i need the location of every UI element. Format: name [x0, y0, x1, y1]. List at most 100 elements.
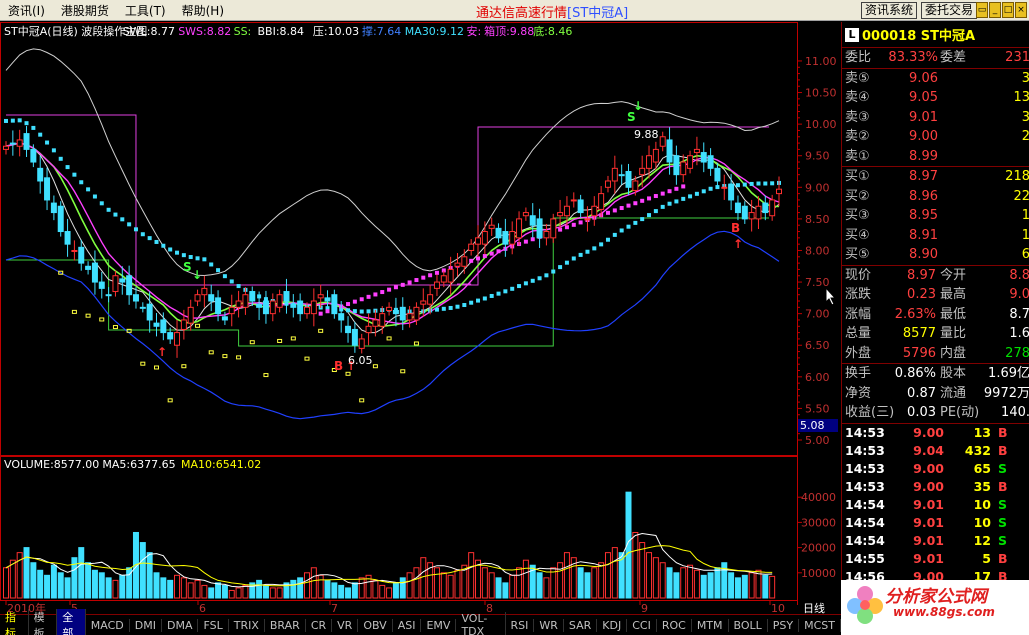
- volume-bar: [269, 587, 276, 599]
- close-icon[interactable]: ×: [1015, 2, 1027, 18]
- tick-row[interactable]: 14:53 9.00 65 S: [842, 460, 1029, 478]
- support-marker: [126, 328, 132, 333]
- stat2-label: 换手: [845, 366, 872, 381]
- indicator-tab-cci[interactable]: CCI: [627, 618, 657, 632]
- indicator-tab-dma[interactable]: DMA: [162, 618, 199, 632]
- volume-bar: [57, 572, 64, 599]
- volume-bar: [563, 552, 570, 599]
- stat-label: 涨幅: [845, 306, 872, 322]
- stat2-label: 净资: [845, 385, 872, 401]
- indicator-tab-dmi[interactable]: DMI: [130, 618, 162, 632]
- rising-trend-dot: [352, 299, 357, 304]
- indicator-header-item: 箱顶:9.88: [484, 24, 534, 38]
- trade-order-button[interactable]: 委托交易: [921, 2, 978, 19]
- volume-bar: [317, 574, 324, 599]
- candle-body: [235, 300, 242, 308]
- tick-row[interactable]: 14:53 9.00 35 B: [842, 478, 1029, 496]
- menu-item-hk-futures[interactable]: 港股期货: [53, 2, 117, 19]
- indicator-tab-模板[interactable]: 模板: [29, 609, 58, 635]
- indicator-tab-wr[interactable]: WR: [534, 618, 564, 632]
- volume-header-item: VOLUME:8577.00: [4, 458, 99, 471]
- tick-row[interactable]: 14:54 9.01 12 S: [842, 532, 1029, 550]
- indicator-header-item: SWL:8.77: [123, 25, 175, 38]
- watermark-logo: 分析家公式网 www.88gs.com: [841, 580, 1029, 635]
- volume-bar: [516, 567, 523, 599]
- kline-chart-svg[interactable]: 11.0010.5010.009.509.008.508.007.507.006…: [0, 22, 841, 615]
- tick-volume: 12: [973, 532, 991, 548]
- tick-row[interactable]: 14:54 9.01 10 S: [842, 496, 1029, 514]
- candle-body: [317, 294, 324, 299]
- volume-bar: [194, 579, 201, 599]
- indicator-tab-cr[interactable]: CR: [306, 618, 333, 632]
- support-marker: [359, 398, 365, 403]
- menu-item-help[interactable]: 帮助(H): [174, 2, 232, 19]
- indicator-tab-trix[interactable]: TRIX: [229, 618, 265, 632]
- volume-bar: [146, 552, 153, 599]
- indicator-tab-vr[interactable]: VR: [332, 618, 359, 632]
- indicator-tab-asi[interactable]: ASI: [393, 618, 422, 632]
- volume-bar: [386, 587, 393, 599]
- indicator-tab-psy[interactable]: PSY: [768, 618, 800, 632]
- rising-trend-dot: [647, 196, 652, 201]
- ma30-dot: [441, 306, 446, 311]
- menu-item-tools[interactable]: 工具(T): [117, 2, 174, 19]
- indicator-tab-macd[interactable]: MACD: [86, 618, 130, 632]
- indicator-tab-brar[interactable]: BRAR: [265, 618, 306, 632]
- kline-chart-area[interactable]: 11.00 10.50 10.00 9.50 9.00 8.50 8.00 7.50 7.00 6…: [0, 22, 841, 615]
- maximize-icon[interactable]: □: [1002, 2, 1014, 18]
- ma30-dot: [175, 250, 180, 255]
- indicator-tab-emv[interactable]: EMV: [421, 618, 457, 632]
- candle-body: [488, 224, 495, 229]
- indicator-tab-全部[interactable]: 全部: [57, 609, 86, 635]
- indicator-tab-mtm[interactable]: MTM: [692, 618, 729, 632]
- support-marker: [277, 338, 283, 343]
- candle-body: [666, 139, 673, 163]
- minimize-icon[interactable]: _: [989, 2, 1001, 18]
- indicator-tab-obv[interactable]: OBV: [358, 618, 393, 632]
- quote-stats-2: 换手 0.86% 股本 1.69亿 净资 0.87 流通 9972万 收益(三) 0.03 PE(动…: [842, 364, 1029, 423]
- tick-list[interactable]: 14:53 9.00 13 B 14:53 9.04 432 B 14:53 9.00 65 S 14:…: [842, 424, 1029, 586]
- indicator-tab-rsi[interactable]: RSI: [506, 618, 535, 632]
- price-tick-label: 7.00: [805, 308, 830, 321]
- bid-levels: 买① 8.97 218 买② 8.96 22 买③ 8.95 1 买④ 8.91 1 买⑤ 8.90 6: [842, 167, 1029, 265]
- restore-icon[interactable]: ▭: [976, 2, 988, 18]
- stat2-label-2: 流通: [940, 385, 967, 401]
- volume-bar: [454, 569, 461, 599]
- info-system-button[interactable]: 资讯系统: [861, 2, 918, 19]
- candle-body: [550, 218, 557, 239]
- tick-row[interactable]: 14:55 9.01 5 B: [842, 550, 1029, 568]
- candle-body: [167, 332, 174, 340]
- support-marker: [181, 364, 187, 369]
- tick-row[interactable]: 14:54 9.01 10 S: [842, 514, 1029, 532]
- volume-bar: [64, 577, 71, 599]
- menu-item-info[interactable]: 资讯(I): [0, 2, 53, 19]
- tick-row[interactable]: 14:53 9.04 432 B: [842, 442, 1029, 460]
- ma30-dot: [127, 222, 132, 227]
- weibi-row: 委比 83.33% 委差 231: [842, 48, 1029, 68]
- stat2-label-2: 股本: [940, 366, 967, 381]
- stat-value: 8577: [902, 326, 936, 341]
- support-marker: [290, 336, 296, 341]
- volume-bar: [536, 572, 543, 599]
- indicator-tab-mcst[interactable]: MCST: [799, 618, 842, 632]
- app-subtitle: [ST中冠A]: [567, 6, 629, 21]
- indicator-tab-boll[interactable]: BOLL: [729, 618, 768, 632]
- tick-row[interactable]: 14:53 9.00 13 B: [842, 424, 1029, 442]
- volume-bar: [413, 567, 420, 599]
- rising-trend-dot: [393, 285, 398, 290]
- indicator-tab-roc[interactable]: ROC: [657, 618, 692, 632]
- indicator-tab-vol-tdx[interactable]: VOL-TDX: [456, 612, 506, 635]
- indicator-tab-fsl[interactable]: FSL: [198, 618, 229, 632]
- indicator-tab-sar[interactable]: SAR: [564, 618, 598, 632]
- period-label[interactable]: 日线: [803, 600, 825, 616]
- indicator-tab-kdj[interactable]: KDJ: [597, 618, 628, 632]
- ma30-dot: [195, 256, 200, 261]
- stat-row: 现价 8.97 今开 8.8: [842, 266, 1029, 286]
- indicator-tab-指标[interactable]: 指标: [0, 609, 29, 635]
- tick-volume: 5: [982, 550, 991, 566]
- candle-body: [604, 180, 611, 188]
- tick-time: 14:53: [845, 424, 885, 440]
- ma30-dot: [605, 237, 610, 242]
- candle-body: [256, 303, 263, 308]
- tick-price: 9.01: [913, 496, 944, 512]
